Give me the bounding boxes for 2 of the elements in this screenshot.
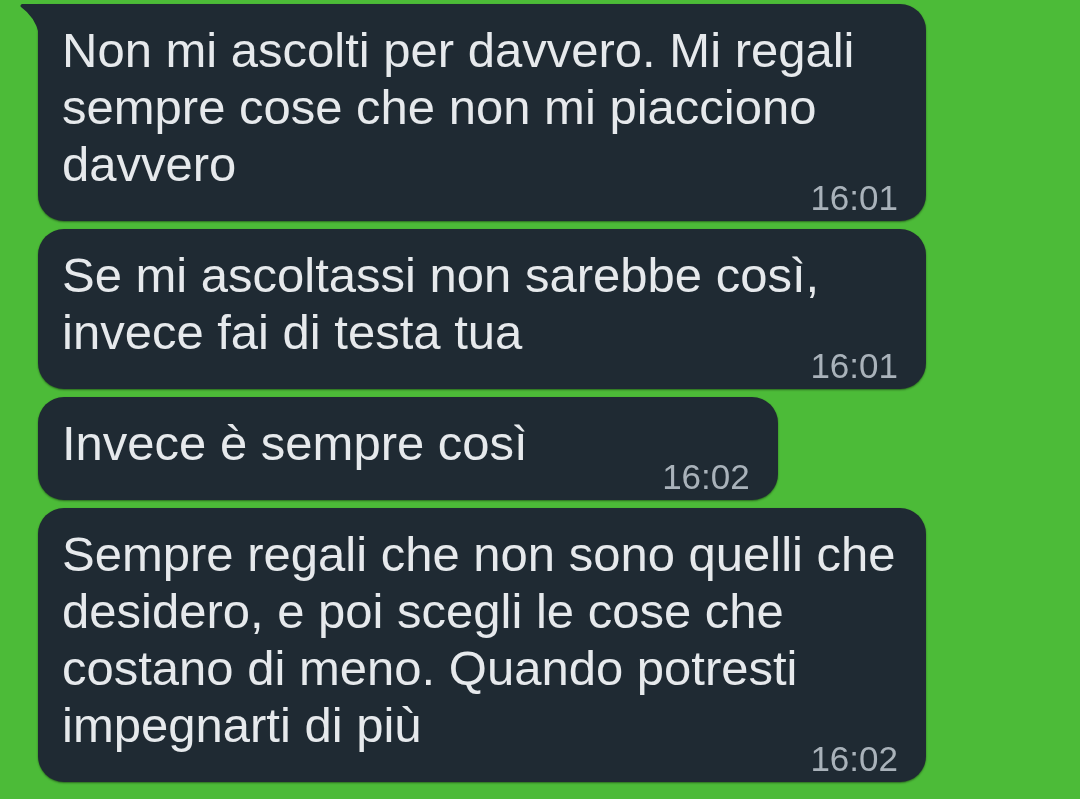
message-time: 16:02 [662,462,750,492]
message-text: Invece è sempre così [62,415,529,472]
